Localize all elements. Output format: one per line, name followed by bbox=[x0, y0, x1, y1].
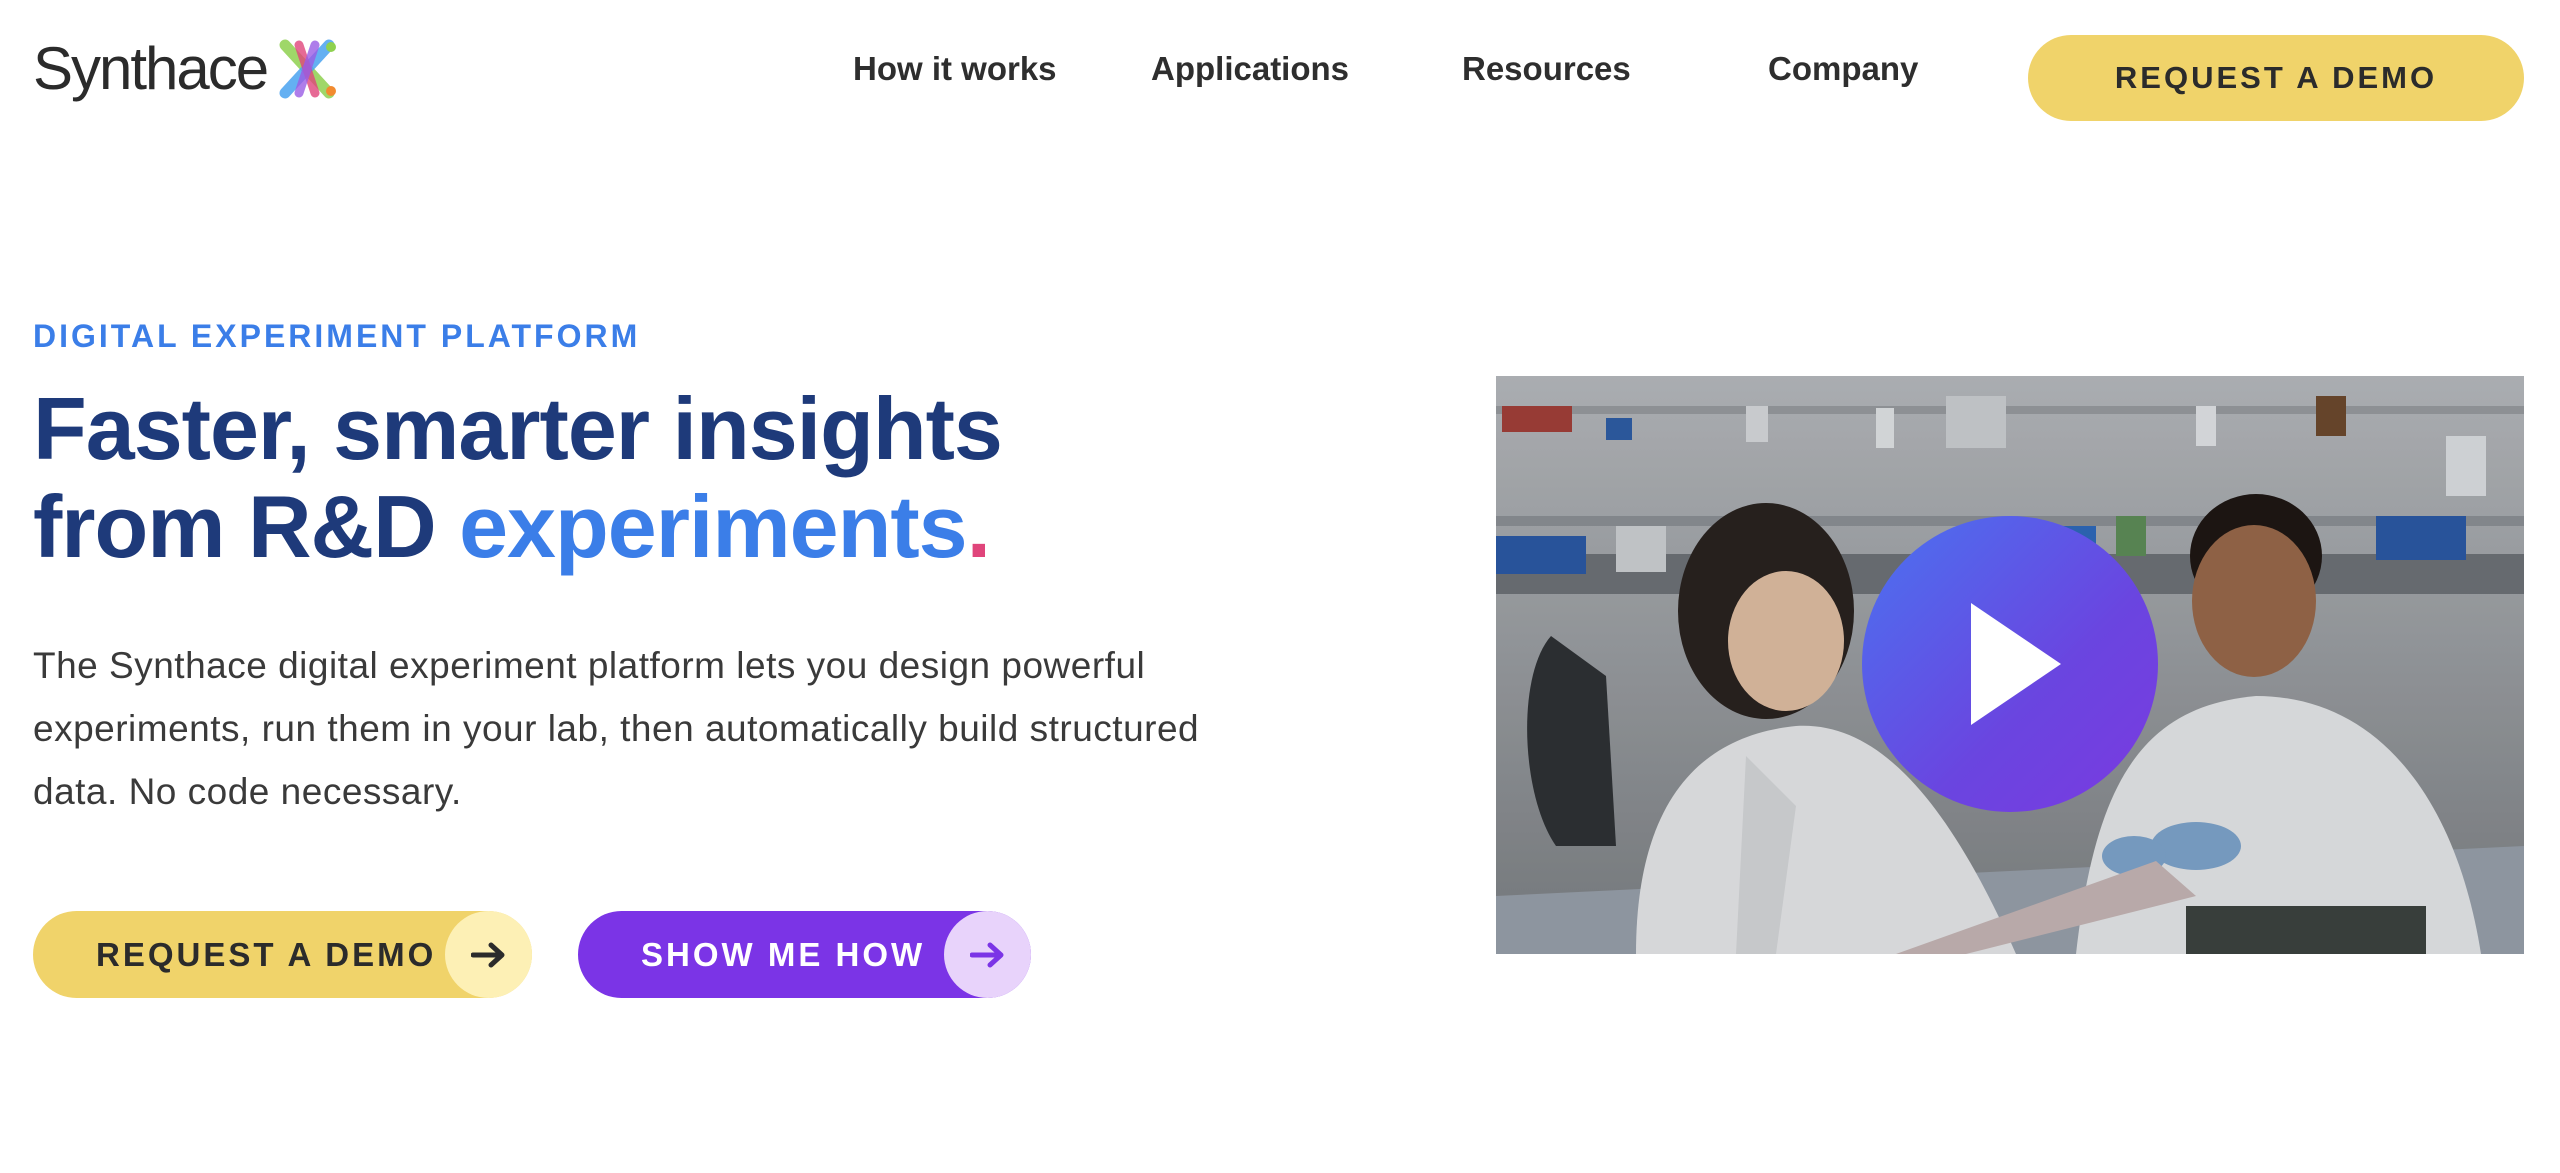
headline-dot: . bbox=[966, 477, 991, 576]
hero-description: The Synthace digital experiment platform… bbox=[33, 645, 1200, 812]
hero-eyebrow: DIGITAL EXPERIMENT PLATFORM bbox=[33, 318, 641, 354]
brand-name: Synthace bbox=[33, 35, 269, 102]
hero-video[interactable] bbox=[1496, 376, 2524, 954]
header-request-demo-button[interactable]: REQUEST A DEMO bbox=[2028, 35, 2524, 121]
synthace-x-mark-icon bbox=[279, 39, 337, 99]
request-demo-button[interactable]: REQUEST A DEMO bbox=[33, 911, 532, 998]
headline-accent-word: experiments bbox=[459, 477, 967, 576]
show-me-how-label: SHOW ME HOW bbox=[641, 935, 926, 973]
arrow-right-icon bbox=[944, 911, 1031, 998]
request-demo-label: REQUEST A DEMO bbox=[96, 935, 437, 973]
show-me-how-button[interactable]: SHOW ME HOW bbox=[578, 911, 1031, 998]
nav-company[interactable]: Company bbox=[1768, 50, 1918, 88]
hero-headline: Faster, smarter insights from R&D experi… bbox=[33, 380, 1233, 576]
headline-line-2-prefix: from R&D bbox=[33, 477, 460, 576]
headline-line-1: Faster, smarter insights bbox=[33, 379, 1003, 478]
brand-logo[interactable]: Synthace bbox=[33, 34, 339, 104]
arrow-right-icon bbox=[445, 911, 532, 998]
nav-resources[interactable]: Resources bbox=[1462, 50, 1631, 88]
nav-applications[interactable]: Applications bbox=[1151, 50, 1349, 88]
header-request-demo-label: REQUEST A DEMO bbox=[2114, 60, 2438, 95]
play-icon[interactable] bbox=[1862, 516, 2158, 812]
nav-how-it-works[interactable]: How it works bbox=[853, 50, 1057, 88]
